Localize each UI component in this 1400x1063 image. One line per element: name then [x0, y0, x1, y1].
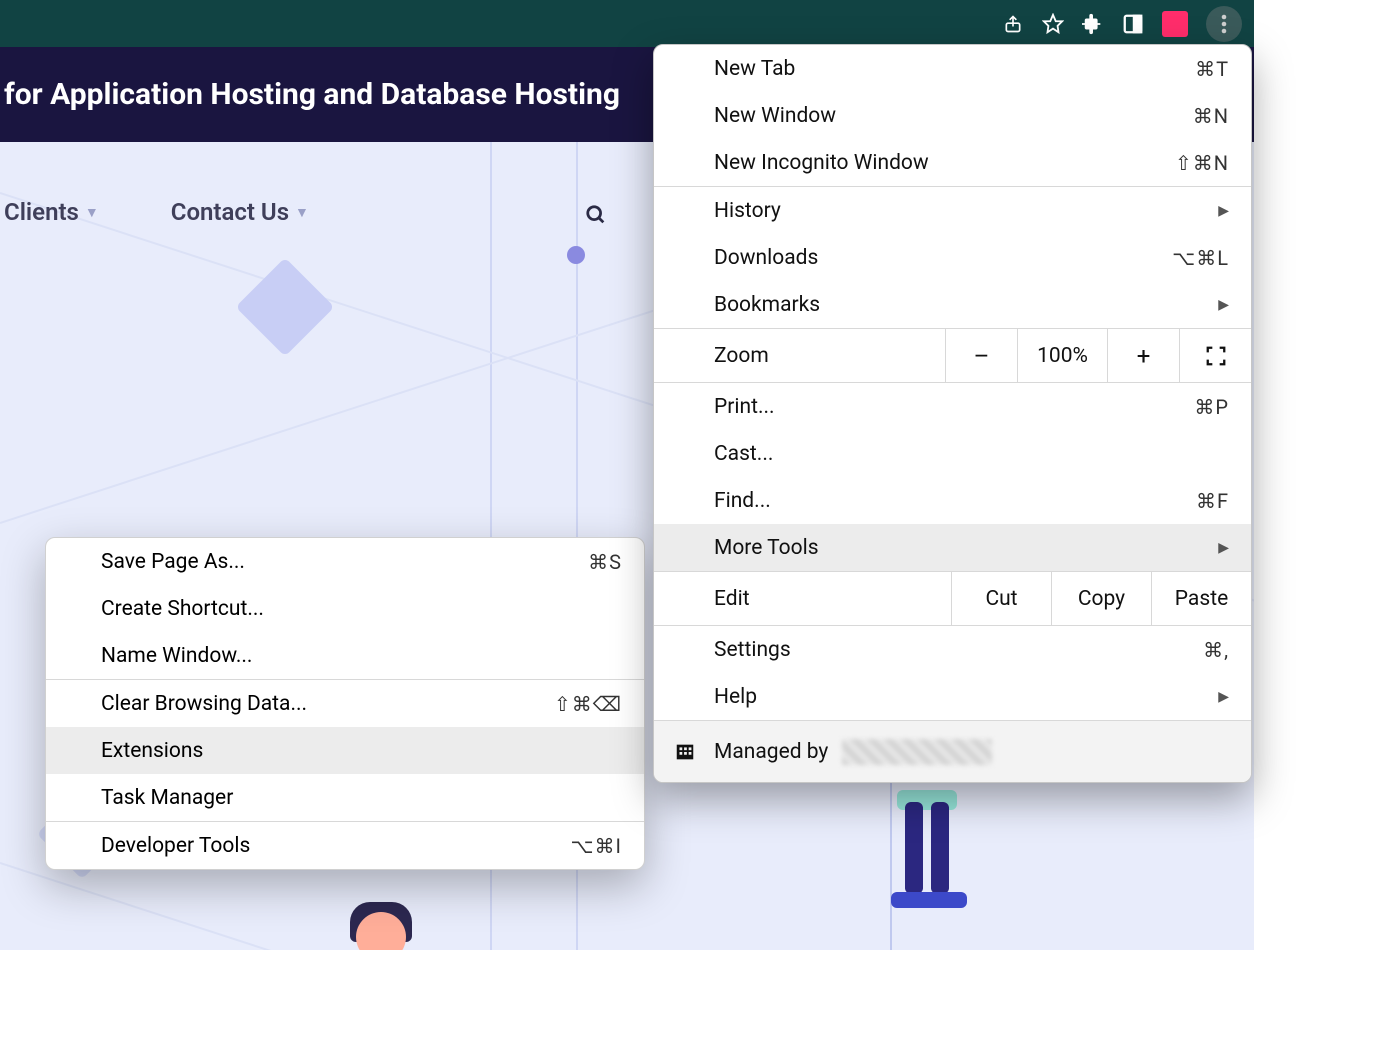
menu-task-manager[interactable]: Task Manager: [46, 774, 644, 821]
chevron-right-icon: ▶: [1218, 297, 1229, 313]
site-nav: Clients ▼ Contact Us ▼: [0, 198, 309, 226]
menu-zoom-row: Zoom – 100% +: [654, 328, 1251, 383]
decor-dot: [567, 246, 585, 264]
menu-name-window[interactable]: Name Window...: [46, 632, 644, 679]
nav-label: Clients: [4, 198, 79, 226]
menu-downloads[interactable]: Downloads ⌥⌘L: [654, 234, 1251, 281]
more-tools-submenu: Save Page As... ⌘S Create Shortcut... Na…: [45, 537, 645, 870]
menu-new-window[interactable]: New Window ⌘N: [654, 92, 1251, 139]
zoom-in-button[interactable]: +: [1107, 329, 1179, 382]
menu-more-tools[interactable]: More Tools ▶: [654, 524, 1251, 571]
menu-edit-row: Edit Cut Copy Paste: [654, 571, 1251, 626]
extensions-icon[interactable]: [1082, 13, 1104, 35]
chevron-down-icon: ▼: [295, 204, 309, 221]
menu-settings[interactable]: Settings ⌘,: [654, 626, 1251, 673]
menu-extensions[interactable]: Extensions: [46, 727, 644, 774]
menu-new-tab[interactable]: New Tab ⌘T: [654, 45, 1251, 92]
edit-label: Edit: [654, 572, 951, 625]
panel-icon[interactable]: [1122, 13, 1144, 35]
menu-save-page-as[interactable]: Save Page As... ⌘S: [46, 538, 644, 585]
edit-paste[interactable]: Paste: [1151, 572, 1251, 625]
share-icon[interactable]: [1002, 13, 1024, 35]
browser-main-menu: New Tab ⌘T New Window ⌘N New Incognito W…: [653, 44, 1252, 783]
browser-toolbar: [0, 0, 1254, 47]
fullscreen-button[interactable]: [1179, 329, 1251, 382]
zoom-out-button[interactable]: –: [945, 329, 1017, 382]
zoom-level: 100%: [1017, 329, 1107, 382]
chevron-right-icon: ▶: [1218, 540, 1229, 556]
managed-by-org-redacted: [842, 739, 992, 765]
nav-label: Contact Us: [171, 198, 289, 226]
menu-print[interactable]: Print... ⌘P: [654, 383, 1251, 430]
chevron-right-icon: ▶: [1218, 689, 1229, 705]
menu-find[interactable]: Find... ⌘F: [654, 477, 1251, 524]
menu-managed-by[interactable]: Managed by: [654, 720, 1251, 782]
zoom-label: Zoom: [654, 329, 945, 382]
nav-contact[interactable]: Contact Us ▼: [171, 198, 309, 226]
menu-new-incognito-window[interactable]: New Incognito Window ⇧⌘N: [654, 139, 1251, 186]
menu-create-shortcut[interactable]: Create Shortcut...: [46, 585, 644, 632]
menu-help[interactable]: Help ▶: [654, 673, 1251, 720]
menu-cast[interactable]: Cast...: [654, 430, 1251, 477]
menu-bookmarks[interactable]: Bookmarks ▶: [654, 281, 1251, 328]
nav-clients[interactable]: Clients ▼: [4, 198, 99, 226]
more-menu-button[interactable]: [1206, 6, 1242, 42]
menu-clear-browsing-data[interactable]: Clear Browsing Data... ⇧⌘⌫: [46, 680, 644, 727]
chevron-down-icon: ▼: [85, 204, 99, 221]
edit-cut[interactable]: Cut: [951, 572, 1051, 625]
managed-by-label: Managed by: [714, 740, 828, 764]
chevron-right-icon: ▶: [1218, 203, 1229, 219]
menu-history[interactable]: History ▶: [654, 187, 1251, 234]
banner-title: for Application Hosting and Database Hos…: [4, 77, 620, 112]
search-icon[interactable]: [585, 204, 607, 226]
building-icon: [674, 741, 696, 763]
menu-developer-tools[interactable]: Developer Tools ⌥⌘I: [46, 822, 644, 869]
profile-avatar[interactable]: [1162, 11, 1188, 37]
edit-copy[interactable]: Copy: [1051, 572, 1151, 625]
star-icon[interactable]: [1042, 13, 1064, 35]
